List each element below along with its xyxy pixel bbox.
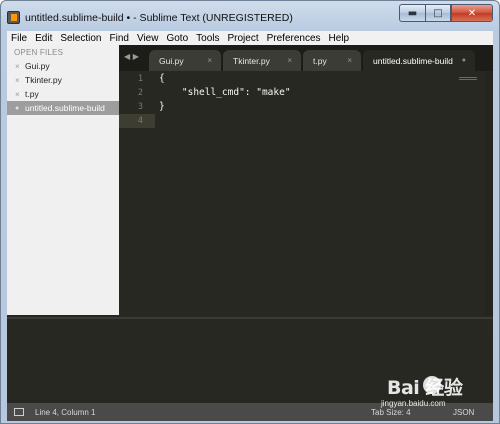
window-title: untitled.sublime-build • - Sublime Text … xyxy=(25,12,293,24)
tab-label: Gui.py xyxy=(159,55,184,66)
line-number: 3 xyxy=(137,102,143,112)
sublime-app-icon xyxy=(7,11,20,24)
menu-find[interactable]: Find xyxy=(106,33,133,44)
menu-selection[interactable]: Selection xyxy=(56,33,105,44)
close-icon[interactable]: × xyxy=(347,56,352,65)
tab-nav-arrows-icon[interactable]: ◀ ▶ xyxy=(124,52,139,61)
baidu-paw-icon xyxy=(423,376,441,394)
cursor-position: Line 4, Column 1 xyxy=(35,408,96,417)
minimap[interactable] xyxy=(459,77,477,82)
sidebar-file-gui[interactable]: × Gui.py xyxy=(7,59,119,73)
close-icon[interactable]: × xyxy=(207,56,212,65)
sidebar: OPEN FILES × Gui.py × Tkinter.py × t.py … xyxy=(7,45,119,315)
sidebar-file-label: Gui.py xyxy=(25,61,50,71)
sidebar-file-label: untitled.sublime-build xyxy=(25,103,105,113)
tab-bar: ◀ ▶ Gui.py × Tkinter.py × t.py × untitle… xyxy=(119,45,493,71)
tab-label: Tkinter.py xyxy=(233,55,270,66)
close-icon[interactable]: × xyxy=(15,76,25,85)
close-button[interactable]: ✕ xyxy=(451,4,493,22)
window-controls: ▬ □ ✕ xyxy=(399,4,493,22)
sidebar-header: OPEN FILES xyxy=(14,48,64,57)
maximize-button[interactable]: □ xyxy=(425,4,451,22)
menu-bar: File Edit Selection Find View Goto Tools… xyxy=(7,31,493,45)
menu-goto[interactable]: Goto xyxy=(162,33,192,44)
watermark-url: jingyan.baidu.com xyxy=(381,399,446,408)
menu-edit[interactable]: Edit xyxy=(31,33,56,44)
title-bar[interactable]: untitled.sublime-build • - Sublime Text … xyxy=(1,1,499,31)
menu-tools[interactable]: Tools xyxy=(192,33,223,44)
sidebar-file-tkinter[interactable]: × Tkinter.py xyxy=(7,73,119,87)
sidebar-file-untitled[interactable]: ● untitled.sublime-build xyxy=(7,101,119,115)
tab-untitled-sublime-build[interactable]: untitled.sublime-build ● xyxy=(363,50,475,71)
tab-tkinter[interactable]: Tkinter.py × xyxy=(223,50,301,71)
app-body: OPEN FILES × Gui.py × Tkinter.py × t.py … xyxy=(7,45,493,403)
menu-file[interactable]: File xyxy=(7,33,31,44)
sidebar-file-label: t.py xyxy=(25,89,39,99)
unsaved-dot-icon[interactable]: ● xyxy=(462,57,466,64)
baidu-watermark: Bai 经验 jingyan.baidu.com xyxy=(381,373,493,413)
close-icon[interactable]: × xyxy=(287,56,292,65)
tab-t[interactable]: t.py × xyxy=(303,50,361,71)
line-number: 4 xyxy=(137,116,143,126)
tab-label: t.py xyxy=(313,55,327,66)
menu-project[interactable]: Project xyxy=(224,33,263,44)
code-line[interactable]: } xyxy=(159,101,165,112)
panel-toggle-icon[interactable] xyxy=(14,408,24,416)
menu-view[interactable]: View xyxy=(133,33,163,44)
tab-gui[interactable]: Gui.py × xyxy=(149,50,221,71)
unsaved-dot-icon[interactable]: ● xyxy=(15,105,25,112)
tab-label: untitled.sublime-build xyxy=(373,55,453,66)
close-icon[interactable]: × xyxy=(15,90,25,99)
code-line[interactable]: "shell_cmd": "make" xyxy=(159,87,291,98)
sidebar-file-label: Tkinter.py xyxy=(25,75,62,85)
code-editor[interactable]: 1 2 3 4 { "shell_cmd": "make" } xyxy=(119,71,493,315)
app-window: untitled.sublime-build • - Sublime Text … xyxy=(0,0,500,424)
line-number: 1 xyxy=(137,74,143,84)
menu-preferences[interactable]: Preferences xyxy=(263,33,325,44)
line-number: 2 xyxy=(137,88,143,98)
menu-help[interactable]: Help xyxy=(325,33,354,44)
line-number-gutter: 1 2 3 4 xyxy=(119,71,149,315)
editor-scrollbar[interactable] xyxy=(485,71,493,315)
code-line[interactable]: { xyxy=(159,73,165,84)
minimize-button[interactable]: ▬ xyxy=(399,4,425,22)
close-icon[interactable]: × xyxy=(15,62,25,71)
sidebar-file-t[interactable]: × t.py xyxy=(7,87,119,101)
